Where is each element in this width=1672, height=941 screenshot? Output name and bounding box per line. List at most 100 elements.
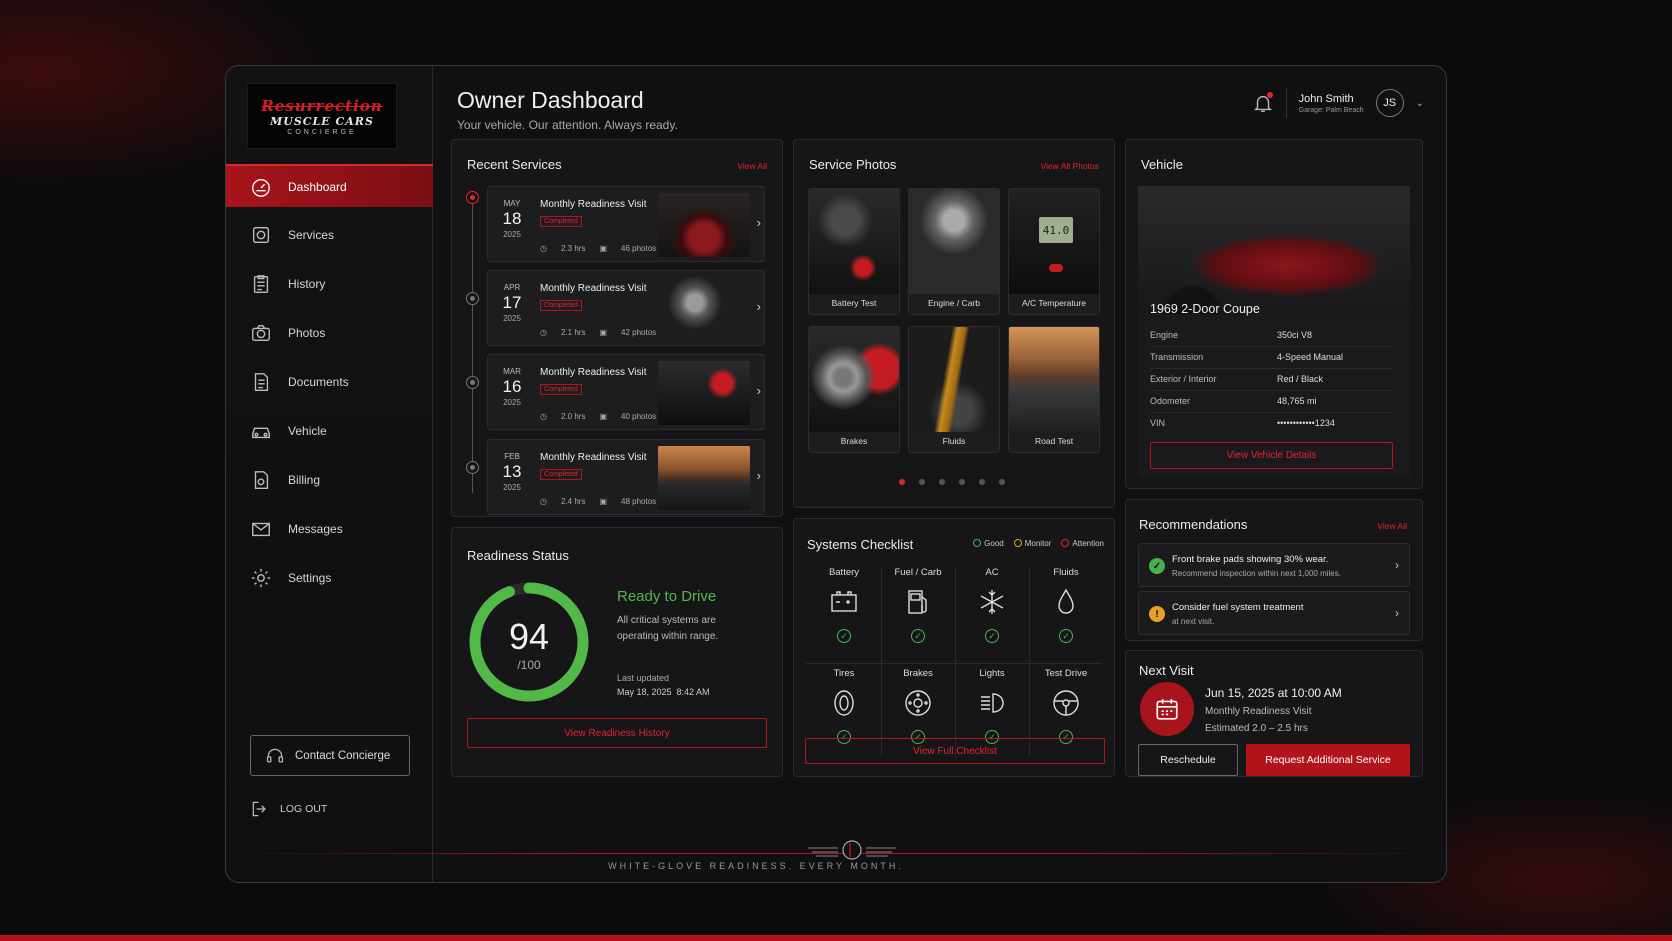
spec-value: 48,765 mi <box>1277 396 1317 406</box>
view-vehicle-details-button[interactable]: View Vehicle Details <box>1150 442 1393 469</box>
sidebar-item-label: History <box>288 276 326 291</box>
system-fluids[interactable]: Fluids ✓ <box>1030 567 1102 643</box>
contact-concierge-button[interactable]: Contact Concierge <box>250 735 410 776</box>
envelope-icon <box>252 522 270 536</box>
brand-line-1: Resurrection <box>261 96 383 115</box>
sidebar-item-messages[interactable]: Messages <box>226 507 433 550</box>
road-photo[interactable] <box>658 446 750 510</box>
image-icon: ▣ <box>599 328 608 337</box>
request-additional-service-button[interactable]: Request Additional Service <box>1246 744 1410 776</box>
brand-line-3: CONCIERGE <box>287 128 357 136</box>
red-car-photo[interactable] <box>658 193 750 257</box>
fuel-pump-icon <box>908 590 927 614</box>
recommendation-item[interactable]: ! Consider fuel system treatment at next… <box>1138 591 1410 635</box>
photo-tile[interactable]: Fluids <box>908 326 1000 453</box>
service-photos-count: 42 photos <box>621 328 657 337</box>
steering-wheel-icon <box>1053 690 1079 716</box>
spec-row: Transmission 4-Speed Manual <box>1150 352 1392 369</box>
service-month: FEB <box>504 452 520 461</box>
system-label: Lights <box>979 668 1005 679</box>
service-row[interactable]: FEB 13 2025 Monthly Readiness Visit Comp… <box>487 439 765 515</box>
photo-tile[interactable]: Brakes <box>808 326 900 453</box>
photo-tile[interactable]: Battery Test <box>808 188 900 315</box>
grid-divider <box>806 663 1102 664</box>
logout-button[interactable]: LOG OUT <box>250 799 327 819</box>
last-updated-label: Last updated <box>617 673 670 683</box>
service-day: 16 <box>502 377 522 396</box>
view-full-checklist-button[interactable]: View Full Checklist <box>805 738 1105 764</box>
system-label: Battery <box>828 567 860 578</box>
carousel-dot[interactable] <box>999 479 1005 485</box>
view-all-photos-link[interactable]: View All Photos <box>1041 161 1099 171</box>
sidebar-item-history[interactable]: History <box>226 262 433 305</box>
notifications-button[interactable] <box>1252 92 1274 114</box>
service-row[interactable]: MAY 18 2025 Monthly Readiness Visit Comp… <box>487 186 765 262</box>
battery-photo[interactable] <box>658 361 750 425</box>
chevron-right-icon[interactable]: › <box>757 383 761 398</box>
system-tires[interactable]: Tires ✓ <box>808 668 880 744</box>
chevron-right-icon[interactable]: › <box>757 468 761 483</box>
reschedule-button[interactable]: Reschedule <box>1138 744 1238 776</box>
sidebar-item-documents[interactable]: Documents <box>226 360 433 403</box>
service-day: 18 <box>502 209 522 228</box>
service-photos-count: 40 photos <box>621 412 657 421</box>
system-test-drive[interactable]: Test Drive ✓ <box>1030 668 1102 744</box>
system-fuel-carb[interactable]: Fuel / Carb ✓ <box>882 567 954 643</box>
service-row[interactable]: APR 17 2025 Monthly Readiness Visit Comp… <box>487 270 765 346</box>
vehicle-model: 1969 2-Door Coupe <box>1150 302 1260 316</box>
sidebar-item-label: Documents <box>288 374 349 389</box>
carousel-dot[interactable] <box>979 479 985 485</box>
photo-caption: Brakes <box>840 436 868 446</box>
sidebar-item-dashboard[interactable]: Dashboard <box>226 164 433 207</box>
photo-tile[interactable]: Engine / Carb <box>908 188 1000 315</box>
vehicle-photo[interactable] <box>1138 186 1410 314</box>
sidebar-item-photos[interactable]: Photos <box>226 311 433 354</box>
sidebar-item-settings[interactable]: Settings <box>226 556 433 599</box>
avatar[interactable]: JS <box>1375 89 1404 117</box>
service-month: MAR <box>503 367 521 376</box>
spec-key: Transmission <box>1150 352 1204 362</box>
sidebar-item-label: Vehicle <box>288 423 327 438</box>
view-readiness-history-button[interactable]: View Readiness History <box>467 718 767 748</box>
divider <box>1285 88 1287 118</box>
service-date: MAR 16 2025 <box>500 367 524 407</box>
gauge-button <box>1049 264 1063 272</box>
recommendation-item[interactable]: ✓ Front brake pads showing 30% wear. Rec… <box>1138 543 1410 587</box>
calendar-icon <box>1156 699 1178 720</box>
system-lights[interactable]: Lights ✓ <box>956 668 1028 744</box>
carousel-dot[interactable] <box>959 479 965 485</box>
chevron-right-icon[interactable]: › <box>757 299 761 314</box>
photo-tile[interactable]: 41.0 A/C Temperature <box>1008 188 1100 315</box>
recommendations-view-all-link[interactable]: View All <box>1377 521 1407 531</box>
user-info[interactable]: John Smith Garage: Palm Beach <box>1299 93 1364 114</box>
carousel-dot[interactable] <box>939 479 945 485</box>
ac-temperature-photo: 41.0 <box>1009 189 1099 294</box>
brand-logo[interactable]: Resurrection MUSCLE CARS CONCIERGE <box>247 83 397 149</box>
check-circle-icon: ✓ <box>1149 558 1165 574</box>
legend-monitor: Monitor <box>1013 539 1051 548</box>
system-label: Test Drive <box>1044 668 1088 679</box>
recent-services-view-all-link[interactable]: View All <box>737 161 767 171</box>
timeline-dot <box>466 461 479 474</box>
sidebar-item-vehicle[interactable]: Vehicle <box>226 409 433 452</box>
sidebar-item-billing[interactable]: Billing <box>226 458 433 501</box>
system-brakes[interactable]: Brakes ✓ <box>882 668 954 744</box>
photo-tile[interactable]: Road Test <box>1008 326 1100 453</box>
carousel-dot[interactable] <box>919 479 925 485</box>
service-title: Monthly Readiness Visit <box>540 452 647 463</box>
logout-label: LOG OUT <box>280 803 328 815</box>
sidebar-item-services[interactable]: Services <box>226 213 433 256</box>
engine-photo[interactable] <box>658 277 750 341</box>
chevron-down-icon[interactable]: ⌄ <box>1416 98 1424 109</box>
spec-row: Exterior / Interior Red / Black <box>1150 374 1392 391</box>
service-year: 2025 <box>503 230 521 239</box>
spec-value: 350ci V8 <box>1277 330 1313 340</box>
system-ac[interactable]: AC ✓ <box>956 567 1028 643</box>
sidebar-item-label: Services <box>288 227 335 242</box>
service-row[interactable]: MAR 16 2025 Monthly Readiness Visit Comp… <box>487 354 765 430</box>
chevron-right-icon[interactable]: › <box>757 215 761 230</box>
recommendation-subtext: Recommend inspection within next 1,000 m… <box>1172 569 1341 578</box>
carousel-dot[interactable] <box>899 479 905 485</box>
system-battery[interactable]: Battery ✓ <box>808 567 880 643</box>
road-test-photo <box>1009 327 1099 432</box>
